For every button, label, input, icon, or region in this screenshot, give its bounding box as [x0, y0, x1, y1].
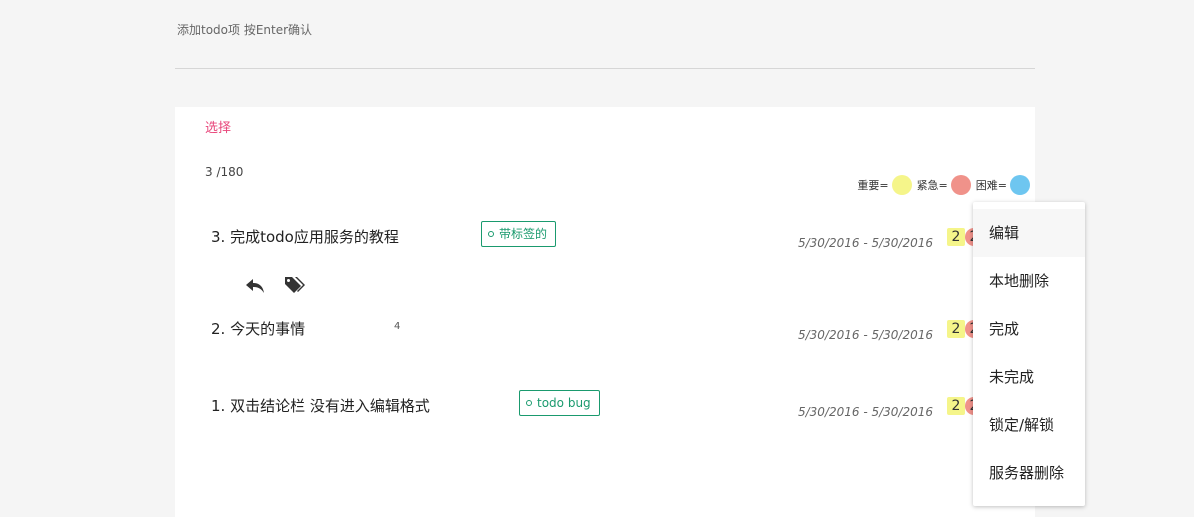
tags-icon[interactable] [283, 273, 307, 297]
todo-panel: 选择 3 /180 重要= 紧急= 困难= 3. 完成todo应用服务的教程 带… [175, 107, 1035, 517]
menu-item-lock-unlock[interactable]: 锁定/解锁 [973, 401, 1085, 449]
legend-important-label: 重要= [857, 179, 889, 192]
legend-urgent: 紧急= [917, 175, 971, 195]
legend-important: 重要= [857, 175, 912, 195]
todo-title[interactable]: 2. 今天的事情 [211, 318, 305, 339]
todo-date-range: 5/30/2016 - 5/30/2016 [797, 236, 933, 250]
menu-item-complete[interactable]: 完成 [973, 305, 1085, 353]
select-button[interactable]: 选择 [205, 117, 231, 136]
tag-dot-icon [526, 400, 532, 406]
todo-date-range: 5/30/2016 - 5/30/2016 [797, 405, 933, 419]
todo-title[interactable]: 3. 完成todo应用服务的教程 [211, 226, 399, 247]
legend-important-dot [891, 175, 912, 195]
legend-urgent-label: 紧急= [916, 179, 948, 192]
todo-actions [243, 273, 323, 297]
priority-legend: 重要= 紧急= 困难= [852, 175, 1030, 195]
menu-item-server-delete[interactable]: 服务器删除 [973, 449, 1085, 497]
todo-item[interactable]: 2. 今天的事情 4 5/30/2016 - 5/30/2016 2 2 2 [211, 318, 1001, 358]
todo-item[interactable]: 3. 完成todo应用服务的教程 带标签的 5/30/2016 - 5/30/2… [211, 221, 1001, 266]
legend-urgent-dot [950, 175, 971, 195]
todo-title[interactable]: 1. 双击结论栏 没有进入编辑格式 [211, 395, 430, 416]
todo-item[interactable]: 1. 双击结论栏 没有进入编辑格式 todo bug 5/30/2016 - 5… [211, 390, 1001, 435]
menu-item-local-delete[interactable]: 本地删除 [973, 257, 1085, 305]
menu-item-incomplete[interactable]: 未完成 [973, 353, 1085, 401]
important-badge: 2 [947, 320, 965, 338]
tag-dot-icon [488, 231, 494, 237]
todo-tag[interactable]: 带标签的 [481, 221, 557, 247]
legend-difficult-label: 困难= [975, 179, 1007, 192]
menu-item-edit[interactable]: 编辑 [973, 209, 1085, 257]
reply-icon[interactable] [243, 273, 267, 297]
important-badge: 2 [947, 228, 965, 246]
todo-input-wrapper [175, 0, 1039, 69]
todo-date-range: 5/30/2016 - 5/30/2016 [797, 328, 933, 342]
important-badge: 2 [947, 397, 965, 415]
context-menu: 编辑 本地删除 完成 未完成 锁定/解锁 服务器删除 [973, 202, 1085, 506]
add-todo-input[interactable] [175, 18, 1039, 42]
todo-counter: 3 /180 [205, 165, 244, 179]
todo-subtask-count: 4 [394, 321, 401, 332]
todo-tag-label: todo bug [537, 396, 591, 410]
legend-difficult: 困难= [976, 175, 1030, 195]
legend-difficult-dot [1010, 175, 1030, 195]
todo-tag-label: 带标签的 [499, 227, 548, 241]
todo-tag[interactable]: todo bug [519, 390, 600, 416]
